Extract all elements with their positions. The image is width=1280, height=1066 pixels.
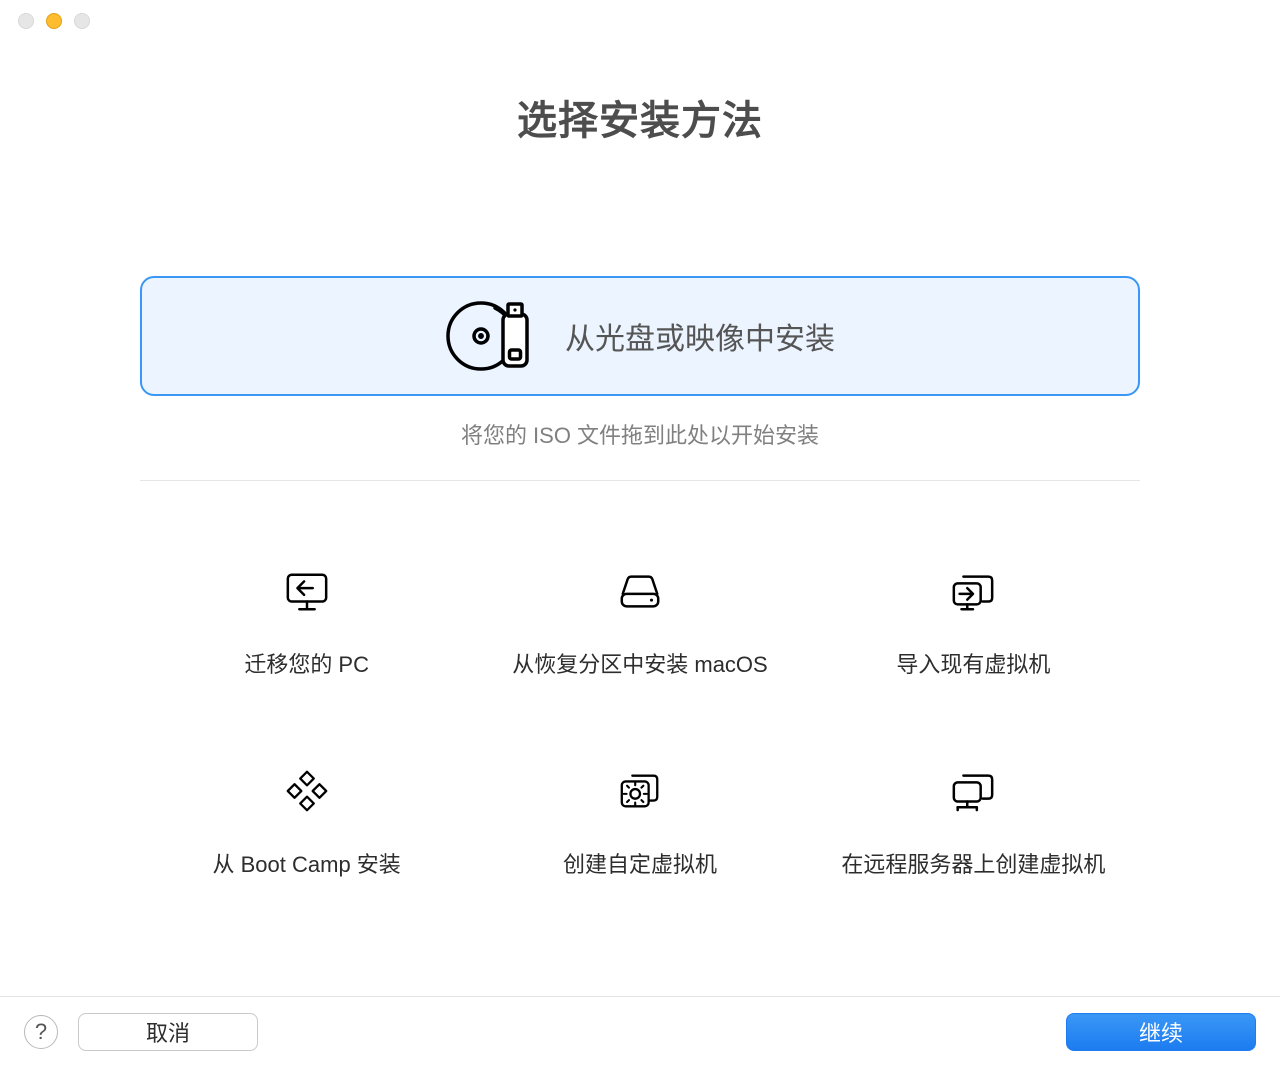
window-minimize-icon[interactable] (46, 13, 62, 29)
option-remote-vm[interactable]: 在远程服务器上创建虚拟机 (807, 769, 1140, 879)
options-grid: 迁移您的 PC 从恢复分区中安装 macOS (140, 569, 1140, 879)
cancel-button[interactable]: 取消 (78, 1013, 258, 1051)
window-zoom-icon[interactable] (74, 13, 90, 29)
display-into-icon (950, 569, 996, 613)
titlebar (0, 0, 1280, 42)
section-divider (140, 480, 1140, 481)
display-network-icon (950, 769, 996, 813)
option-import-vm[interactable]: 导入现有虚拟机 (807, 569, 1140, 679)
option-label: 从恢复分区中安装 macOS (512, 647, 767, 679)
hard-drive-icon (617, 569, 663, 613)
help-button[interactable]: ? (24, 1015, 58, 1049)
diamonds-icon (284, 769, 330, 813)
option-label: 迁移您的 PC (244, 647, 369, 679)
gear-stack-icon (617, 769, 663, 813)
window-close-icon[interactable] (18, 13, 34, 29)
option-label: 从 Boot Camp 安装 (213, 847, 401, 879)
continue-button[interactable]: 继续 (1066, 1013, 1256, 1051)
option-custom-vm[interactable]: 创建自定虚拟机 (473, 769, 806, 879)
footer: ? 取消 继续 (0, 996, 1280, 1066)
option-label: 导入现有虚拟机 (896, 647, 1050, 679)
option-label: 在远程服务器上创建虚拟机 (841, 847, 1105, 879)
page-title: 选择安装方法 (517, 88, 763, 146)
option-label: 创建自定虚拟机 (563, 847, 717, 879)
display-import-icon (284, 569, 330, 613)
install-from-disc-label: 从光盘或映像中安装 (565, 314, 835, 358)
option-migrate-pc[interactable]: 迁移您的 PC (140, 569, 473, 679)
disc-usb-icon (445, 296, 537, 376)
option-bootcamp[interactable]: 从 Boot Camp 安装 (140, 769, 473, 879)
install-from-disc-option[interactable]: 从光盘或映像中安装 (140, 276, 1140, 396)
option-recovery-macos[interactable]: 从恢复分区中安装 macOS (473, 569, 806, 679)
drop-iso-hint: 将您的 ISO 文件拖到此处以开始安装 (140, 418, 1140, 450)
